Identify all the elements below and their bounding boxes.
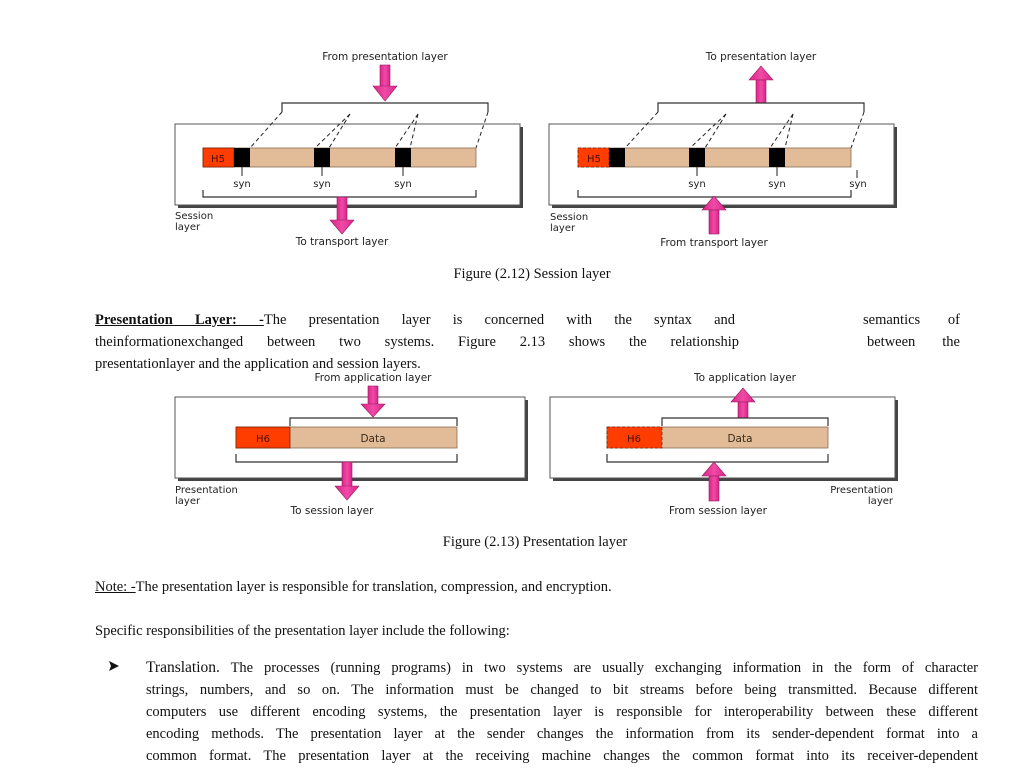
presentation-paragraph-line2: theinformationexchanged between two syst… [95,334,739,350]
syn-label: syn [849,179,866,190]
svg-text:layer: layer [175,496,201,507]
svg-text:H6: H6 [256,434,270,445]
session-layer-receiver: To presentation layer H5 syn syn syn Ses… [548,51,897,249]
note-line: Note: -The presentation layer is respons… [95,579,612,595]
session-layer-sender: From presentation layer H5 syn syn syn S… [174,51,523,248]
from-presentation-label: From presentation layer [322,51,448,63]
session-layer-label: Session [175,211,213,222]
syn-label: syn [233,179,250,190]
responsibilities-intro: Specific responsibilities of the present… [95,623,510,639]
presentation-layer-receiver: To application layer H6 Data Presentatio… [549,372,898,517]
syn-label: syn [688,179,705,190]
figure-2-12-diagram: From presentation layer H5 syn syn syn S… [174,51,897,249]
section-heading: Presentation Layer: - [95,312,264,328]
syn-marker [395,148,411,167]
svg-text:Session: Session [550,212,588,223]
svg-text:Data: Data [727,433,752,445]
to-session-label: To session layer [290,505,375,517]
figure-2-13-diagram: From application layer H6 Data Presentat… [174,372,898,517]
to-transport-label: To transport layer [295,236,389,248]
presentation-layer-sender: From application layer H6 Data Presentat… [174,372,528,517]
svg-text:H5: H5 [587,154,601,165]
svg-text:layer: layer [868,496,894,507]
from-transport-label: From transport layer [660,237,768,249]
session-layer-label: layer [175,222,201,233]
syn-label: syn [313,179,330,190]
from-session-label: From session layer [669,505,768,517]
figure-2-12-caption: Figure (2.12) Session layer [453,266,611,282]
from-application-label: From application layer [315,372,433,384]
arrowhead-bullet-icon [108,659,120,677]
down-arrow-icon [372,64,398,102]
syn-marker [234,148,250,167]
presentation-paragraph-line1: Presentation Layer: -The presentation la… [95,312,736,328]
bullet-title: Translation. [146,659,220,676]
bullet-translation: Translation. The processes (running prog… [146,659,978,764]
syn-label: syn [394,179,411,190]
figure-2-13-caption: Figure (2.13) Presentation layer [442,534,628,550]
up-arrow-icon [748,65,774,104]
syn-label: syn [768,179,785,190]
to-application-label: To application layer [693,372,797,384]
svg-text:Data: Data [360,433,385,445]
svg-text:H5: H5 [211,154,225,165]
svg-text:layer: layer [550,223,576,234]
svg-text:H6: H6 [627,434,641,445]
bracket-top [281,102,489,112]
svg-text:Presentation: Presentation [830,485,893,496]
svg-text:Presentation: Presentation [175,485,238,496]
syn-marker [314,148,330,167]
note-label: Note: - [95,579,136,595]
to-presentation-label: To presentation layer [705,51,817,63]
